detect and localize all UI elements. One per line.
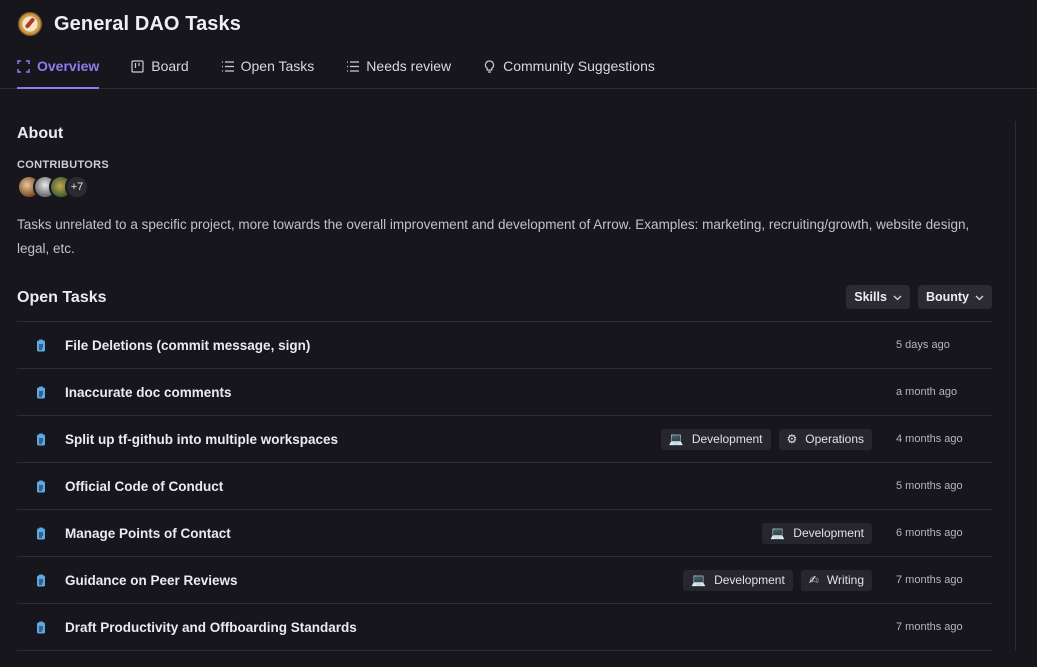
task-icon bbox=[37, 480, 45, 493]
task-title: Guidance on Peer Reviews bbox=[65, 572, 238, 588]
open-tasks-list: File Deletions (commit message, sign) 5 d… bbox=[17, 321, 992, 651]
task-filters: Skills Bounty bbox=[846, 285, 992, 309]
skill-tag[interactable]: 💻 Development bbox=[683, 569, 793, 591]
task-icon bbox=[37, 527, 45, 540]
task-time: 7 months ago bbox=[896, 621, 963, 633]
list-icon bbox=[347, 61, 360, 72]
task-icon bbox=[37, 339, 45, 352]
filter-label: Bounty bbox=[925, 290, 969, 304]
task-title: Split up tf-github into multiple workspa… bbox=[65, 431, 338, 447]
task-time: 4 months ago bbox=[896, 433, 963, 445]
skill-emoji-icon: 💻 bbox=[770, 526, 786, 540]
skill-label: Operations bbox=[805, 432, 864, 446]
task-row[interactable]: Manage Points of Contact 💻 Development 6 mo… bbox=[17, 510, 992, 557]
skill-tag[interactable]: ⚙ Operations bbox=[778, 428, 872, 450]
bounty-filter-button[interactable]: Bounty bbox=[917, 285, 992, 309]
task-icon bbox=[37, 386, 45, 399]
task-tags: 💻 Development ⚙ Operations bbox=[660, 428, 872, 450]
tab-needs-review[interactable]: Needs review bbox=[346, 55, 451, 89]
scrollbar-track[interactable] bbox=[1015, 121, 1016, 651]
board-icon bbox=[131, 60, 144, 73]
task-icon bbox=[37, 433, 45, 446]
skill-tag[interactable]: 💻 Development bbox=[660, 428, 771, 450]
tab-label: Board bbox=[151, 58, 189, 74]
skill-emoji-icon: ✍ bbox=[808, 573, 819, 587]
task-time: 7 months ago bbox=[896, 574, 963, 586]
skills-filter-button[interactable]: Skills bbox=[846, 285, 910, 309]
task-time: 5 days ago bbox=[896, 339, 950, 351]
task-time: 5 months ago bbox=[896, 480, 963, 492]
task-title: Draft Productivity and Offboarding Stand… bbox=[65, 619, 357, 635]
task-row[interactable]: Inaccurate doc comments a month ago bbox=[17, 369, 992, 416]
task-tags: 💻 Development ✍ Writing bbox=[683, 569, 872, 591]
task-time: a month ago bbox=[896, 386, 958, 398]
page-header: General DAO Tasks Overview Board Open Ta… bbox=[0, 0, 1037, 89]
task-title: File Deletions (commit message, sign) bbox=[65, 337, 311, 353]
about-heading: About bbox=[17, 125, 64, 142]
contributors-label: CONTRIBUTORS bbox=[17, 159, 110, 171]
skill-label: Development bbox=[793, 526, 864, 540]
tab-label: Overview bbox=[37, 58, 100, 74]
skill-label: Development bbox=[714, 573, 785, 587]
overview-icon bbox=[17, 60, 30, 73]
task-icon bbox=[37, 621, 45, 634]
tab-board[interactable]: Board bbox=[131, 55, 189, 89]
skill-tag[interactable]: ✍ Writing bbox=[800, 569, 872, 591]
lightbulb-icon bbox=[485, 60, 495, 73]
task-row[interactable]: Official Code of Conduct 5 months ago bbox=[17, 463, 992, 510]
page-title: General DAO Tasks bbox=[54, 12, 241, 35]
title-row: General DAO Tasks bbox=[18, 12, 241, 36]
list-icon bbox=[221, 61, 234, 72]
tab-label: Needs review bbox=[366, 58, 452, 74]
skill-tag[interactable]: 💻 Development bbox=[762, 522, 872, 544]
skill-label: Development bbox=[691, 432, 763, 446]
tab-overview[interactable]: Overview bbox=[17, 55, 100, 89]
tab-open-tasks[interactable]: Open Tasks bbox=[221, 55, 315, 89]
task-icon bbox=[37, 574, 45, 587]
compass-logo-icon bbox=[18, 12, 42, 36]
about-description: Tasks unrelated to a specific project, m… bbox=[17, 217, 970, 256]
task-row[interactable]: Draft Productivity and Offboarding Stand… bbox=[17, 604, 992, 651]
skill-label: Writing bbox=[826, 573, 864, 587]
task-title: Official Code of Conduct bbox=[65, 478, 224, 494]
tab-label: Community Suggestions bbox=[503, 58, 655, 74]
task-row[interactable]: Guidance on Peer Reviews 💻 Development ✍ Wri… bbox=[17, 557, 992, 604]
task-title: Inaccurate doc comments bbox=[65, 384, 232, 400]
contributors-avatars: +7 bbox=[17, 175, 89, 199]
task-tags: 💻 Development bbox=[762, 522, 872, 544]
task-row[interactable]: Split up tf-github into multiple workspa… bbox=[17, 416, 992, 463]
skill-emoji-icon: 💻 bbox=[668, 432, 684, 446]
more-contributors-badge[interactable]: +7 bbox=[65, 175, 89, 199]
chevron-down-icon bbox=[893, 295, 902, 300]
tab-community-suggestions[interactable]: Community Suggestions bbox=[483, 55, 655, 89]
chevron-down-icon bbox=[975, 295, 984, 300]
skill-emoji-icon: ⚙ bbox=[786, 432, 798, 446]
task-title: Manage Points of Contact bbox=[65, 525, 231, 541]
tab-label: Open Tasks bbox=[240, 58, 315, 74]
task-row[interactable]: File Deletions (commit message, sign) 5 d… bbox=[17, 322, 992, 369]
open-tasks-heading: Open Tasks bbox=[17, 289, 107, 306]
task-time: 6 months ago bbox=[896, 527, 963, 539]
skill-emoji-icon: 💻 bbox=[691, 573, 707, 587]
tab-bar: Overview Board Open Tasks Needs review C… bbox=[17, 55, 687, 89]
filter-label: Skills bbox=[854, 290, 887, 304]
